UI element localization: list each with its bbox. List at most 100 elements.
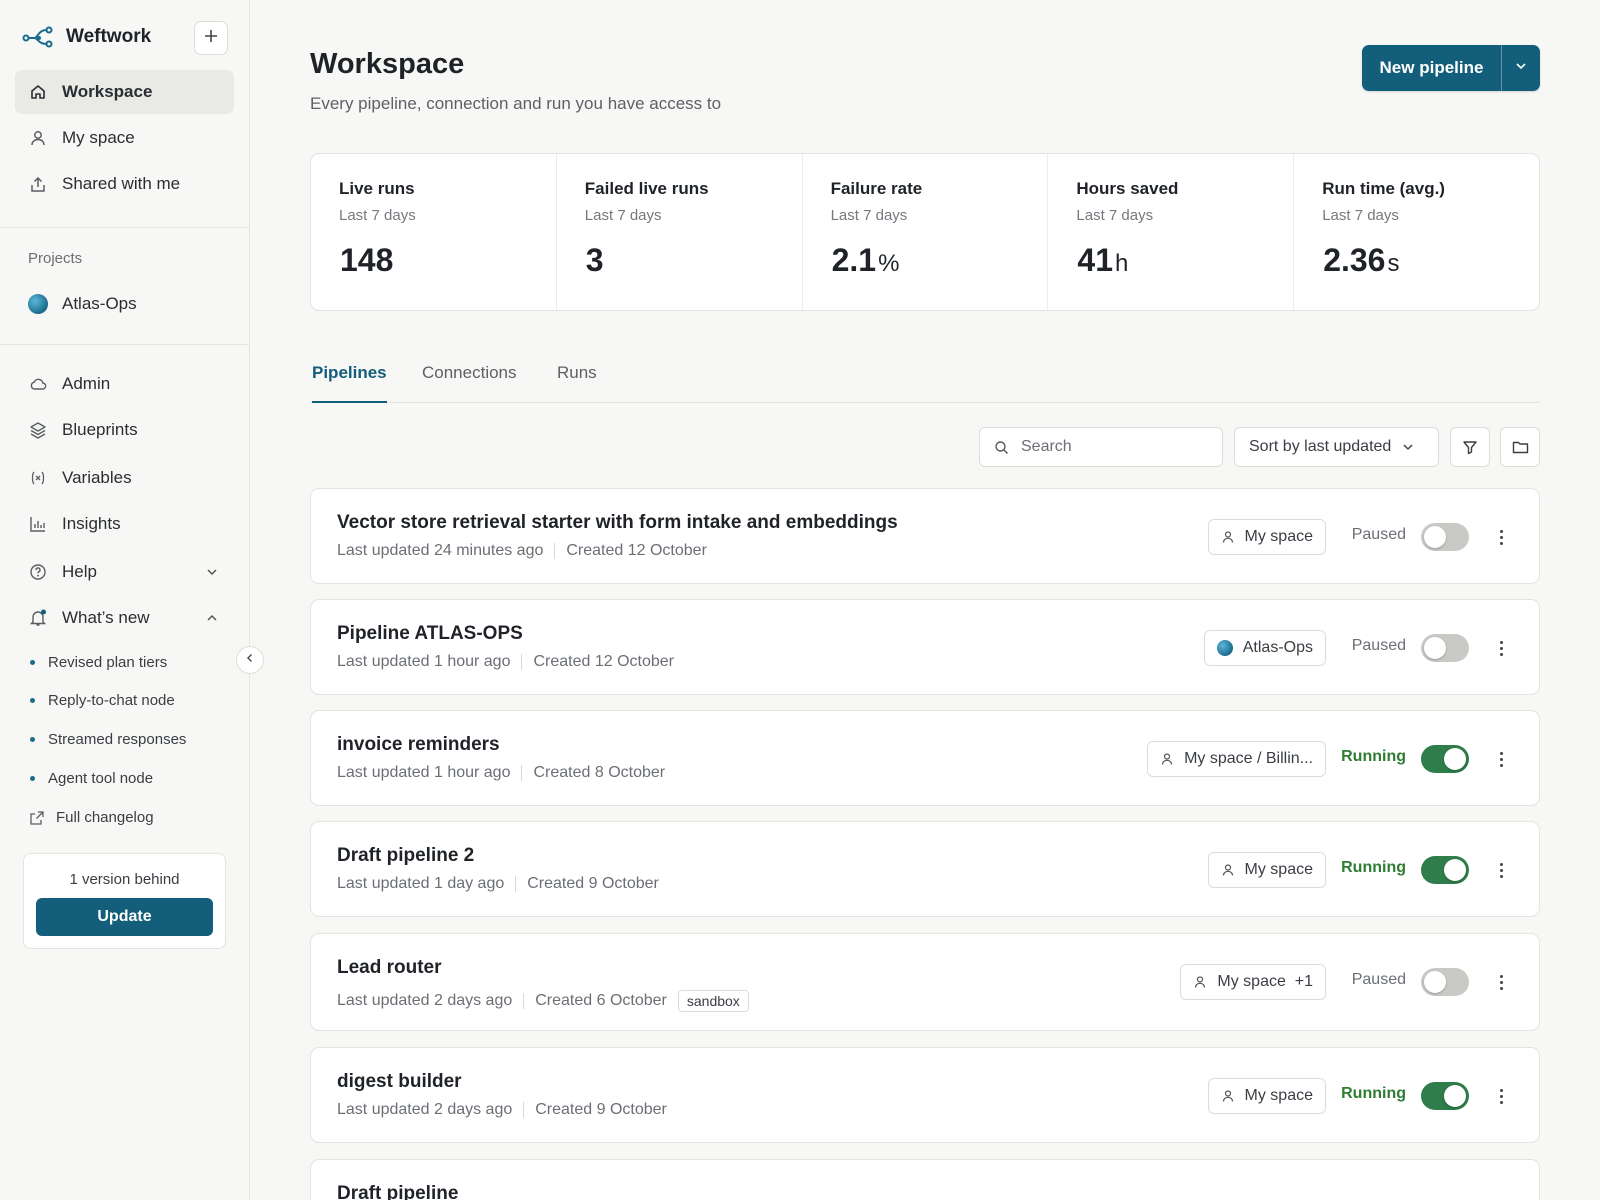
whats-new-item[interactable]: Revised plan tiers: [30, 654, 167, 671]
full-changelog-label: Full changelog: [56, 809, 154, 826]
stats-panel: Live runs Last 7 days 148 Failed live ru…: [310, 153, 1540, 311]
bar-chart-icon: [28, 514, 48, 534]
space-label: My space: [1244, 861, 1313, 878]
share-icon: [28, 174, 48, 194]
sidebar-item-label: Shared with me: [62, 174, 181, 193]
pipeline-card[interactable]: Draft pipeline: [310, 1159, 1540, 1200]
user-icon: [1160, 752, 1174, 766]
brand[interactable]: Weftwork: [22, 22, 151, 52]
tag-badge[interactable]: sandbox: [677, 990, 749, 1012]
active-toggle[interactable]: [1421, 523, 1469, 551]
collapse-sidebar-button[interactable]: [236, 646, 264, 674]
sidebar-item-admin[interactable]: Admin: [15, 362, 234, 406]
pipeline-meta: Last updated 2 days ago Created 6 October…: [337, 990, 749, 1012]
space-badge[interactable]: My space +1: [1180, 964, 1326, 1000]
stat-failure-rate: Failure rate Last 7 days 2.1%: [803, 154, 1049, 310]
stat-label: Run time (avg.): [1322, 179, 1445, 198]
stat-period: Last 7 days: [1322, 207, 1399, 224]
sidebar-item-label: Insights: [62, 514, 121, 533]
active-toggle[interactable]: [1421, 1082, 1469, 1110]
sidebar-item-variables[interactable]: Variables: [15, 456, 234, 500]
stat-period: Last 7 days: [584, 207, 662, 224]
pipeline-meta: Last updated 24 minutes ago Created 12 Oc…: [337, 542, 707, 559]
active-toggle[interactable]: [1421, 745, 1469, 773]
active-toggle[interactable]: [1421, 968, 1469, 996]
project-dot-icon: [28, 294, 48, 314]
more-menu-icon[interactable]: [1493, 1084, 1509, 1108]
pipeline-title[interactable]: Vector store retrieval starter with form…: [337, 512, 898, 534]
whats-new-item[interactable]: Agent tool node: [30, 770, 153, 787]
pipeline-title[interactable]: digest builder: [337, 1071, 462, 1093]
folder-button[interactable]: [1500, 427, 1540, 467]
stat-label: Hours saved: [1076, 179, 1179, 198]
sidebar-item-atlas-ops[interactable]: Atlas-Ops: [15, 282, 234, 326]
space-badge[interactable]: My space / Billin...: [1147, 741, 1326, 777]
page-subtitle: Every pipeline, connection and run you h…: [310, 94, 722, 113]
sidebar-item-whats-new[interactable]: What’s new: [15, 596, 234, 640]
chevron-down-icon: [1514, 59, 1528, 78]
more-menu-icon[interactable]: [1493, 970, 1509, 994]
stat-period: Last 7 days: [339, 207, 416, 224]
project-dot-icon: [1216, 640, 1233, 656]
pipeline-card[interactable]: invoice reminders Last updated 1 hour ag…: [310, 710, 1540, 806]
stat-failed-live-runs: Failed live runs Last 7 days 3: [557, 154, 803, 310]
status-label: Running: [1341, 748, 1406, 765]
sidebar-item-label: What’s new: [62, 608, 150, 627]
more-menu-icon[interactable]: [1493, 636, 1509, 660]
new-pipeline-button[interactable]: New pipeline: [1362, 45, 1501, 91]
tab-connections[interactable]: Connections: [422, 363, 517, 403]
pipeline-card[interactable]: Vector store retrieval starter with form…: [310, 488, 1540, 584]
tab-bar: Pipelines Connections Runs: [310, 355, 1540, 403]
sidebar-item-label: Workspace: [62, 82, 153, 101]
pipeline-card[interactable]: Draft pipeline 2 Last updated 1 day ago C…: [310, 821, 1540, 917]
sidebar-item-my-space[interactable]: My space: [15, 116, 234, 160]
whats-new-item[interactable]: Reply-to-chat node: [30, 692, 175, 709]
sidebar-item-label: Variables: [62, 468, 132, 487]
page-title: Workspace: [310, 48, 465, 80]
stat-period: Last 7 days: [830, 207, 908, 224]
pipeline-card[interactable]: Lead router Last updated 2 days ago Creat…: [310, 933, 1540, 1031]
pipeline-title[interactable]: Draft pipeline: [337, 1183, 458, 1200]
stat-live-runs: Live runs Last 7 days 148: [311, 154, 557, 310]
full-changelog-link[interactable]: Full changelog: [30, 809, 154, 826]
pipeline-title[interactable]: Draft pipeline 2: [337, 845, 474, 867]
stat-value: 2.1%: [831, 242, 900, 278]
tab-runs[interactable]: Runs: [557, 363, 597, 403]
whats-new-item[interactable]: Streamed responses: [30, 731, 186, 748]
status-label: Paused: [1351, 637, 1406, 654]
more-menu-icon[interactable]: [1493, 525, 1509, 549]
whats-new-item-label: Revised plan tiers: [48, 654, 168, 671]
space-badge[interactable]: My space: [1207, 1078, 1326, 1114]
home-icon: [28, 82, 48, 102]
space-label: My space / Billin...: [1184, 750, 1313, 767]
active-toggle[interactable]: [1421, 856, 1469, 884]
pipeline-title[interactable]: Lead router: [337, 957, 442, 979]
sidebar-item-shared[interactable]: Shared with me: [15, 162, 234, 206]
update-button[interactable]: Update: [36, 898, 213, 936]
filter-button[interactable]: [1450, 427, 1490, 467]
pipeline-title[interactable]: invoice reminders: [337, 734, 500, 756]
tab-pipelines[interactable]: Pipelines: [312, 363, 387, 403]
sidebar-item-help[interactable]: Help: [15, 550, 234, 594]
sidebar-item-workspace[interactable]: Workspace: [15, 70, 234, 114]
pipeline-card[interactable]: Pipeline ATLAS-OPS Last updated 1 hour a…: [310, 599, 1540, 695]
pipeline-title[interactable]: Pipeline ATLAS-OPS: [337, 623, 523, 645]
space-label: My space +1: [1217, 973, 1313, 990]
sidebar-item-blueprints[interactable]: Blueprints: [15, 408, 234, 452]
more-menu-icon[interactable]: [1493, 858, 1509, 882]
more-menu-icon[interactable]: [1493, 747, 1509, 771]
search-box[interactable]: [979, 427, 1223, 467]
add-button[interactable]: [194, 21, 228, 55]
space-badge[interactable]: My space: [1207, 519, 1326, 555]
space-badge[interactable]: Atlas-Ops: [1203, 630, 1326, 666]
active-toggle[interactable]: [1421, 634, 1469, 662]
sidebar-item-insights[interactable]: Insights: [15, 502, 234, 546]
pipeline-card[interactable]: digest builder Last updated 2 days ago Cr…: [310, 1047, 1540, 1143]
search-input[interactable]: [1021, 438, 1201, 456]
stat-label: Failed live runs: [584, 179, 709, 198]
new-pipeline-dropdown-button[interactable]: [1502, 45, 1540, 91]
sort-dropdown[interactable]: Sort by last updated: [1234, 427, 1439, 467]
status-label: Paused: [1351, 526, 1406, 543]
bullet-icon: [30, 698, 35, 703]
space-badge[interactable]: My space: [1207, 852, 1326, 888]
